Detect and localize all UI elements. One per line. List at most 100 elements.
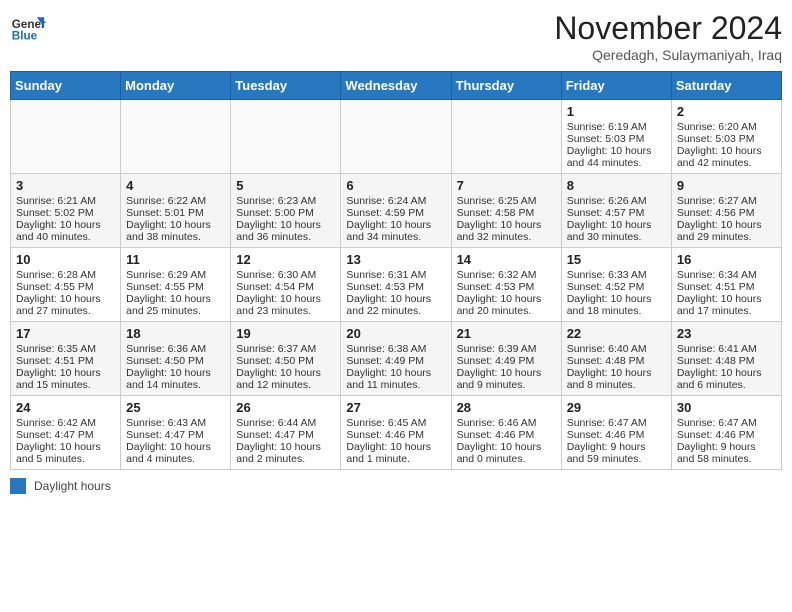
daylight: Daylight: 10 hours and 23 minutes. (236, 293, 321, 317)
sunrise: Sunrise: 6:26 AM (567, 195, 647, 207)
table-row: 4 Sunrise: 6:22 AM Sunset: 5:01 PM Dayli… (121, 174, 231, 248)
title-area: November 2024 Qeredagh, Sulaymaniyah, Ir… (554, 10, 782, 63)
sunset: Sunset: 5:01 PM (126, 207, 204, 219)
header-thursday: Thursday (451, 72, 561, 100)
sunrise: Sunrise: 6:39 AM (457, 343, 537, 355)
sunrise: Sunrise: 6:29 AM (126, 269, 206, 281)
sunset: Sunset: 4:55 PM (126, 281, 204, 293)
sunset: Sunset: 4:47 PM (236, 429, 314, 441)
sunset: Sunset: 4:49 PM (457, 355, 535, 367)
day-number: 3 (16, 178, 115, 193)
sunset: Sunset: 4:51 PM (677, 281, 755, 293)
header-tuesday: Tuesday (231, 72, 341, 100)
daylight: Daylight: 10 hours and 36 minutes. (236, 219, 321, 243)
table-row: 25 Sunrise: 6:43 AM Sunset: 4:47 PM Dayl… (121, 396, 231, 470)
sunset: Sunset: 5:03 PM (567, 133, 645, 145)
day-number: 19 (236, 326, 335, 341)
sunrise: Sunrise: 6:38 AM (346, 343, 426, 355)
daylight: Daylight: 9 hours and 58 minutes. (677, 441, 756, 465)
table-row: 8 Sunrise: 6:26 AM Sunset: 4:57 PM Dayli… (561, 174, 671, 248)
legend-color-box (10, 478, 26, 494)
day-number: 9 (677, 178, 776, 193)
legend: Daylight hours (10, 478, 782, 494)
day-number: 16 (677, 252, 776, 267)
table-row: 17 Sunrise: 6:35 AM Sunset: 4:51 PM Dayl… (11, 322, 121, 396)
sunset: Sunset: 4:52 PM (567, 281, 645, 293)
sunrise: Sunrise: 6:21 AM (16, 195, 96, 207)
daylight: Daylight: 10 hours and 15 minutes. (16, 367, 101, 391)
sunset: Sunset: 4:57 PM (567, 207, 645, 219)
table-row: 22 Sunrise: 6:40 AM Sunset: 4:48 PM Dayl… (561, 322, 671, 396)
table-row (11, 100, 121, 174)
sunrise: Sunrise: 6:37 AM (236, 343, 316, 355)
header-monday: Monday (121, 72, 231, 100)
sunrise: Sunrise: 6:24 AM (346, 195, 426, 207)
sunset: Sunset: 4:46 PM (677, 429, 755, 441)
sunset: Sunset: 5:00 PM (236, 207, 314, 219)
day-number: 24 (16, 400, 115, 415)
daylight: Daylight: 10 hours and 17 minutes. (677, 293, 762, 317)
calendar-week-row: 10 Sunrise: 6:28 AM Sunset: 4:55 PM Dayl… (11, 248, 782, 322)
sunrise: Sunrise: 6:34 AM (677, 269, 757, 281)
legend-label: Daylight hours (34, 479, 111, 493)
sunset: Sunset: 4:47 PM (126, 429, 204, 441)
sunrise: Sunrise: 6:23 AM (236, 195, 316, 207)
daylight: Daylight: 10 hours and 5 minutes. (16, 441, 101, 465)
day-number: 1 (567, 104, 666, 119)
daylight: Daylight: 10 hours and 2 minutes. (236, 441, 321, 465)
day-number: 12 (236, 252, 335, 267)
daylight: Daylight: 10 hours and 27 minutes. (16, 293, 101, 317)
sunrise: Sunrise: 6:47 AM (567, 417, 647, 429)
sunset: Sunset: 4:46 PM (457, 429, 535, 441)
daylight: Daylight: 10 hours and 38 minutes. (126, 219, 211, 243)
table-row: 27 Sunrise: 6:45 AM Sunset: 4:46 PM Dayl… (341, 396, 451, 470)
day-number: 18 (126, 326, 225, 341)
location: Qeredagh, Sulaymaniyah, Iraq (554, 47, 782, 63)
sunset: Sunset: 4:53 PM (346, 281, 424, 293)
sunrise: Sunrise: 6:22 AM (126, 195, 206, 207)
day-number: 6 (346, 178, 445, 193)
table-row: 20 Sunrise: 6:38 AM Sunset: 4:49 PM Dayl… (341, 322, 451, 396)
daylight: Daylight: 10 hours and 18 minutes. (567, 293, 652, 317)
sunrise: Sunrise: 6:47 AM (677, 417, 757, 429)
daylight: Daylight: 10 hours and 34 minutes. (346, 219, 431, 243)
calendar-week-row: 3 Sunrise: 6:21 AM Sunset: 5:02 PM Dayli… (11, 174, 782, 248)
daylight: Daylight: 10 hours and 29 minutes. (677, 219, 762, 243)
calendar-week-row: 17 Sunrise: 6:35 AM Sunset: 4:51 PM Dayl… (11, 322, 782, 396)
table-row: 24 Sunrise: 6:42 AM Sunset: 4:47 PM Dayl… (11, 396, 121, 470)
daylight: Daylight: 10 hours and 44 minutes. (567, 145, 652, 169)
sunset: Sunset: 5:03 PM (677, 133, 755, 145)
table-row: 30 Sunrise: 6:47 AM Sunset: 4:46 PM Dayl… (671, 396, 781, 470)
table-row: 21 Sunrise: 6:39 AM Sunset: 4:49 PM Dayl… (451, 322, 561, 396)
header-wednesday: Wednesday (341, 72, 451, 100)
table-row: 10 Sunrise: 6:28 AM Sunset: 4:55 PM Dayl… (11, 248, 121, 322)
table-row: 15 Sunrise: 6:33 AM Sunset: 4:52 PM Dayl… (561, 248, 671, 322)
table-row: 6 Sunrise: 6:24 AM Sunset: 4:59 PM Dayli… (341, 174, 451, 248)
table-row: 26 Sunrise: 6:44 AM Sunset: 4:47 PM Dayl… (231, 396, 341, 470)
sunrise: Sunrise: 6:42 AM (16, 417, 96, 429)
daylight: Daylight: 10 hours and 6 minutes. (677, 367, 762, 391)
sunset: Sunset: 4:49 PM (346, 355, 424, 367)
table-row (231, 100, 341, 174)
day-number: 7 (457, 178, 556, 193)
sunrise: Sunrise: 6:44 AM (236, 417, 316, 429)
day-number: 23 (677, 326, 776, 341)
day-number: 15 (567, 252, 666, 267)
calendar-table: Sunday Monday Tuesday Wednesday Thursday… (10, 71, 782, 470)
table-row: 2 Sunrise: 6:20 AM Sunset: 5:03 PM Dayli… (671, 100, 781, 174)
sunset: Sunset: 4:59 PM (346, 207, 424, 219)
daylight: Daylight: 10 hours and 42 minutes. (677, 145, 762, 169)
logo-icon: General Blue (10, 10, 46, 46)
table-row (451, 100, 561, 174)
table-row: 23 Sunrise: 6:41 AM Sunset: 4:48 PM Dayl… (671, 322, 781, 396)
table-row (121, 100, 231, 174)
day-number: 30 (677, 400, 776, 415)
day-number: 10 (16, 252, 115, 267)
daylight: Daylight: 10 hours and 20 minutes. (457, 293, 542, 317)
day-number: 8 (567, 178, 666, 193)
sunrise: Sunrise: 6:27 AM (677, 195, 757, 207)
sunset: Sunset: 4:48 PM (677, 355, 755, 367)
table-row: 18 Sunrise: 6:36 AM Sunset: 4:50 PM Dayl… (121, 322, 231, 396)
daylight: Daylight: 10 hours and 40 minutes. (16, 219, 101, 243)
day-number: 29 (567, 400, 666, 415)
